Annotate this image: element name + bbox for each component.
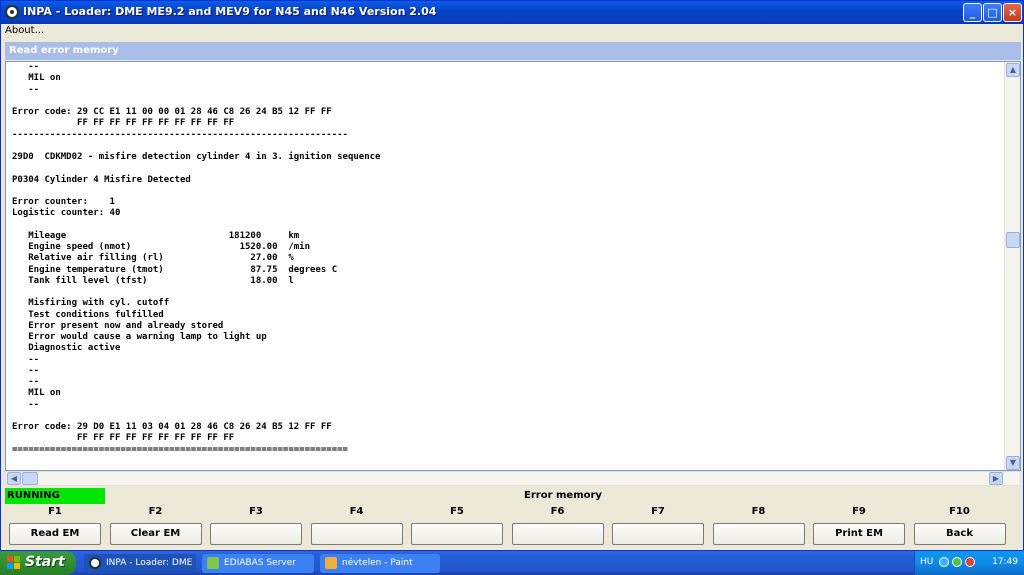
- taskbar: Start INPA - Loader: DME ... EDIABAS Ser…: [0, 551, 1024, 575]
- console-line: FF FF FF FF FF FF FF FF FF FF: [12, 433, 235, 444]
- console-line: Relative air filling (rl) 27.00 %: [12, 253, 294, 264]
- function-key-label-f6: F6: [550, 506, 565, 517]
- console-line: Error code: 29 CC E1 11 00 00 01 28 46 C…: [12, 107, 332, 117]
- vertical-scroll-thumb[interactable]: [1006, 232, 1020, 248]
- function-button-f3[interactable]: [210, 523, 302, 545]
- console-line: --: [12, 84, 40, 95]
- function-key-label-f4: F4: [349, 506, 364, 517]
- function-key-label-f10: F10: [949, 506, 970, 517]
- console-line: ----------------------------------------…: [12, 129, 348, 140]
- paint-icon: [325, 557, 337, 569]
- console-line: P0304 Cylinder 4 Misfire Detected: [12, 174, 191, 185]
- status-label: Error memory: [524, 490, 602, 501]
- alert-icon[interactable]: [965, 557, 975, 567]
- function-button-f9[interactable]: Print EM: [813, 523, 905, 545]
- taskbar-item-paint[interactable]: névtelen - Paint: [320, 554, 440, 573]
- function-key-label-f8: F8: [751, 506, 766, 517]
- function-button-f2[interactable]: Clear EM: [109, 523, 202, 545]
- horizontal-scroll-thumb[interactable]: [22, 472, 38, 485]
- console-line: FF FF FF FF FF FF FF FF FF FF: [12, 118, 235, 129]
- scroll-down-arrow-icon[interactable]: ▼: [1006, 456, 1020, 470]
- function-button-f4[interactable]: [310, 523, 403, 545]
- console-line: MIL on: [12, 73, 61, 84]
- taskbar-item-ediabas[interactable]: EDIABAS Server: [202, 554, 314, 573]
- console-line: Error present now and already stored: [12, 320, 224, 331]
- menu-about[interactable]: About...: [5, 25, 44, 36]
- panel-title: Read error memory: [9, 45, 119, 56]
- status-row: RUNNING Error memory: [5, 488, 1021, 504]
- console-line: Engine speed (nmot) 1520.00 /min: [12, 242, 311, 252]
- console-line: Error counter: 1: [12, 197, 115, 207]
- console-line: --: [12, 354, 40, 365]
- function-key-label-f7: F7: [651, 506, 665, 517]
- function-key-label-f5: F5: [450, 506, 464, 517]
- console-line: Error code: 29 D0 E1 11 03 04 01 28 46 C…: [12, 422, 332, 432]
- function-button-f7[interactable]: [612, 523, 704, 545]
- function-key-label-f2: F2: [148, 506, 163, 517]
- window-title: INPA - Loader: DME ME9.2 and MEV9 for N4…: [23, 5, 437, 18]
- function-key-label-f9: F9: [852, 506, 866, 517]
- console-line: Misfiring with cyl. cutoff: [12, 298, 170, 309]
- inpa-icon: [89, 557, 101, 569]
- console-line: ========================================…: [12, 444, 348, 455]
- ediabas-icon: [207, 557, 219, 569]
- start-button[interactable]: Start: [0, 551, 76, 575]
- console-line: Engine temperature (tmot) 87.75 degrees …: [12, 264, 338, 275]
- menu-bar: About...: [1, 24, 1023, 38]
- maximize-button[interactable]: □: [983, 3, 1002, 22]
- console-line: --: [12, 365, 40, 376]
- clock: 17:49: [992, 557, 1018, 567]
- function-button-f6[interactable]: [511, 523, 604, 545]
- console-line: Tank fill level (tfst) 18.00 l: [12, 275, 294, 286]
- inpa-app-icon[interactable]: [5, 5, 19, 19]
- vertical-scrollbar[interactable]: ▲ ▼: [1004, 62, 1020, 470]
- console-line: 29D0 CDKMD02 - misfire detection cylinde…: [12, 152, 381, 162]
- inpa-window: INPA - Loader: DME ME9.2 and MEV9 for N4…: [0, 0, 1024, 551]
- taskbar-item-label: névtelen - Paint: [342, 558, 413, 568]
- horizontal-scrollbar[interactable]: ◀ ▶: [5, 471, 1021, 486]
- console-line: Logistic counter: 40: [12, 208, 121, 219]
- title-bar[interactable]: INPA - Loader: DME ME9.2 and MEV9 for N4…: [1, 1, 1023, 24]
- console-line: Test conditions fulfilled: [12, 309, 164, 320]
- function-key-label-f1: F1: [48, 506, 62, 517]
- panel-header: Read error memory: [5, 42, 1021, 60]
- minimize-button[interactable]: _: [963, 3, 982, 22]
- scroll-left-arrow-icon[interactable]: ◀: [7, 472, 21, 485]
- windows-flag-icon: [7, 556, 21, 570]
- scroll-up-arrow-icon[interactable]: ▲: [1006, 63, 1020, 77]
- console-text: -- MIL on -- Error code: 29 CC E1 11 00 0…: [12, 62, 1002, 456]
- network-icon[interactable]: [939, 557, 949, 567]
- start-label: Start: [25, 554, 65, 570]
- console-line: --: [12, 377, 40, 387]
- language-indicator[interactable]: HU: [920, 557, 933, 567]
- function-key-label-f3: F3: [249, 506, 263, 517]
- console-line: MIL on: [12, 388, 61, 399]
- taskbar-item-label: EDIABAS Server: [224, 558, 296, 568]
- console-line: Mileage 181200 km: [12, 230, 300, 241]
- console-line: Error would cause a warning lamp to ligh…: [12, 332, 267, 342]
- console-line: --: [12, 62, 40, 72]
- console-line: --: [12, 399, 40, 410]
- taskbar-item-inpa[interactable]: INPA - Loader: DME ...: [84, 554, 196, 573]
- close-button[interactable]: ×: [1003, 3, 1022, 22]
- function-button-f5[interactable]: [411, 523, 503, 545]
- console-line: Diagnostic active: [12, 343, 121, 354]
- antivirus-icon[interactable]: [952, 557, 962, 567]
- function-button-f8[interactable]: [712, 523, 805, 545]
- system-tray: HU 17:49: [914, 551, 1024, 575]
- running-status-badge: RUNNING: [5, 488, 105, 504]
- error-memory-output[interactable]: -- MIL on -- Error code: 29 CC E1 11 00 0…: [5, 61, 1021, 471]
- scroll-right-arrow-icon[interactable]: ▶: [989, 472, 1003, 485]
- function-button-f1[interactable]: Read EM: [9, 523, 101, 545]
- taskbar-item-label: INPA - Loader: DME ...: [106, 558, 196, 568]
- function-button-f10[interactable]: Back: [913, 523, 1006, 545]
